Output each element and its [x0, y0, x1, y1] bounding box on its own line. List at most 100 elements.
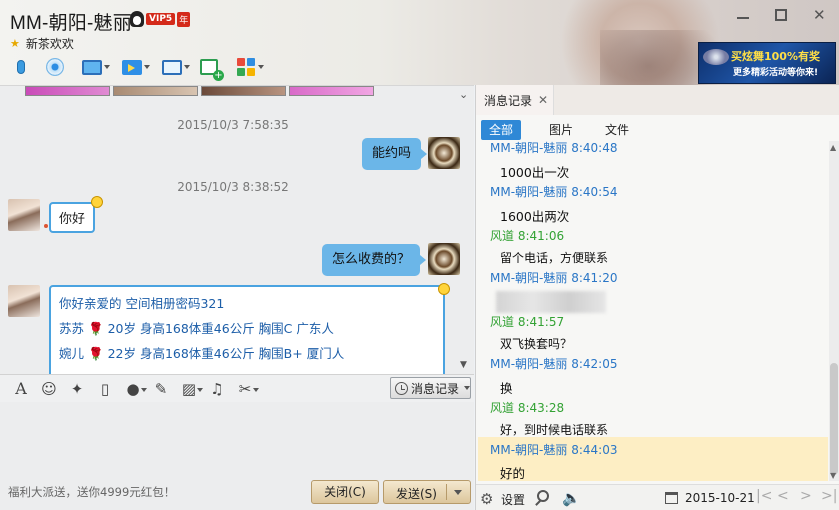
record-header[interactable]: MM-朝阳-魅丽 8:40:54	[490, 183, 617, 200]
message-timestamp: 2015/10/3 8:38:52	[177, 180, 289, 194]
microphone-icon	[17, 60, 25, 74]
file-transfer-icon	[122, 59, 142, 75]
window-controls: ✕	[737, 8, 826, 23]
ad-banner[interactable]: 买炫舞100%有奖 更多精彩活动等你来!	[698, 42, 836, 84]
self-avatar[interactable]	[428, 243, 460, 275]
font-button[interactable]: A	[8, 379, 34, 399]
ad-logo-icon	[703, 49, 729, 65]
video-call-button[interactable]	[40, 54, 70, 80]
collapse-chevron-icon[interactable]: ⌄	[459, 88, 468, 101]
minimize-icon[interactable]	[737, 11, 749, 19]
profile-details: 20岁 身高168体重46公斤 胸围C 广东人	[107, 321, 334, 336]
record-header[interactable]: 风道 8:43:28	[490, 399, 564, 416]
gear-icon[interactable]: ⚙	[480, 490, 493, 508]
filter-all[interactable]: 全部	[481, 120, 522, 140]
outgoing-message[interactable]: 能约吗	[362, 138, 428, 170]
qq-penguin-icon	[130, 11, 144, 27]
vip-level-label: VIP5	[146, 13, 176, 25]
profile-details: 22岁 身高168体重46公斤 胸围B+ 厦门人	[107, 346, 345, 361]
history-date[interactable]: 2015-10-21	[685, 491, 755, 505]
scroll-up-icon[interactable]: ▲	[830, 143, 836, 152]
record-text: 好的	[500, 466, 526, 481]
chevron-down-icon	[144, 65, 150, 69]
filter-images[interactable]: 图片	[541, 120, 581, 140]
record-header[interactable]: MM-朝阳-魅丽 8:41:20	[490, 269, 617, 286]
chat-messages[interactable]: ⌄ 2015/10/3 7:58:35 能约吗 2015/10/3 8:38:5…	[0, 85, 474, 374]
magic-button[interactable]: ✦	[64, 379, 90, 399]
bubble-decoration-icon	[44, 224, 48, 228]
message-input[interactable]	[0, 402, 474, 476]
remote-assist-button[interactable]	[154, 54, 190, 80]
message-text: 能约吗	[372, 146, 412, 161]
vip-badge[interactable]: VIP5 年	[130, 11, 191, 27]
send-options-chevron-icon[interactable]	[454, 490, 462, 495]
history-records[interactable]: MM-朝阳-魅丽 8:40:48 1000出一次 MM-朝阳-魅丽 8:40:5…	[476, 141, 828, 481]
prev-page-icon[interactable]: <	[777, 488, 789, 504]
message-history-button[interactable]: 消息记录	[390, 377, 471, 399]
contact-avatar[interactable]	[8, 285, 40, 317]
music-note-icon: ♫	[210, 379, 224, 398]
screen-share-icon	[82, 59, 102, 75]
incoming-message[interactable]: 你好亲爱的 空间相册密码321 苏苏 🌹 20岁 身高168体重46公斤 胸围C…	[49, 285, 445, 374]
screenshot-button[interactable]: ✂	[232, 379, 259, 399]
screen-share-button[interactable]	[74, 54, 110, 80]
chevron-down-icon	[104, 65, 110, 69]
shake-button[interactable]: ▯	[92, 379, 118, 399]
history-scrollbar[interactable]: ▲ ▼	[829, 141, 839, 481]
settings-label[interactable]: 设置	[501, 491, 525, 508]
apps-button[interactable]	[228, 54, 264, 80]
scroll-down-icon[interactable]: ▼	[830, 471, 836, 480]
window-title: MM-朝阳-魅丽	[10, 13, 132, 34]
search-icon[interactable]	[537, 490, 549, 502]
emoji-button[interactable]: ☺	[36, 379, 62, 399]
record-text: 好，到时候电话联系	[500, 423, 609, 437]
chevron-down-icon	[184, 65, 190, 69]
emoji-icon: ☺	[41, 379, 57, 398]
music-button[interactable]: ♫	[204, 379, 230, 399]
send-button[interactable]: 发送(S)	[383, 480, 471, 504]
record-text: 1000出一次	[500, 165, 570, 180]
image-thumbnail[interactable]	[289, 86, 374, 96]
outgoing-message[interactable]: 怎么收费的？	[322, 244, 427, 276]
scrollbar-thumb[interactable]	[830, 363, 838, 475]
next-page-icon[interactable]: >	[800, 488, 812, 504]
incoming-message[interactable]: 你好	[49, 202, 96, 233]
edit-button[interactable]: ✎	[148, 379, 174, 399]
vip-bubble-emoji-icon	[91, 196, 103, 208]
self-avatar[interactable]	[428, 137, 460, 169]
calendar-icon[interactable]	[665, 492, 678, 504]
voice-call-button[interactable]	[6, 54, 36, 80]
last-page-icon[interactable]: >|	[821, 488, 837, 504]
rose-icon: 🌹	[88, 321, 104, 336]
record-header[interactable]: MM-朝阳-魅丽 8:40:48	[490, 141, 617, 156]
ad-subline: 更多精彩活动等你来!	[733, 68, 819, 78]
first-page-icon[interactable]: |<	[756, 488, 772, 504]
record-header[interactable]: MM-朝阳-魅丽 8:44:03	[490, 441, 617, 458]
file-transfer-button[interactable]	[114, 54, 150, 80]
add-note-button[interactable]	[194, 54, 224, 81]
history-tabbar: 消息记录 ✕	[476, 85, 839, 115]
image-thumbnail[interactable]	[113, 86, 198, 96]
promo-text[interactable]: 福利大派送，送你4999元红包！	[8, 484, 175, 500]
star-icon: ★	[10, 37, 20, 50]
voice-message-button[interactable]: ●	[120, 379, 147, 399]
record-header[interactable]: MM-朝阳-魅丽 8:42:05	[490, 355, 617, 372]
close-tab-icon[interactable]: ✕	[538, 93, 548, 107]
remote-assist-icon	[162, 59, 182, 75]
close-window-icon[interactable]: ✕	[813, 8, 826, 23]
record-header[interactable]: 风道 8:41:06	[490, 227, 564, 244]
filter-files[interactable]: 文件	[597, 120, 637, 140]
maximize-icon[interactable]	[775, 9, 787, 21]
close-button[interactable]: 关闭(C)	[311, 480, 379, 504]
history-panel: 消息记录 ✕ 全部 图片 文件 MM-朝阳-魅丽 8:40:48 1000出一次…	[475, 85, 839, 510]
speaker-icon[interactable]: 🔈	[562, 489, 581, 507]
bottom-bar: 福利大派送，送你4999元红包！ 关闭(C) 发送(S)	[0, 476, 474, 510]
contact-avatar[interactable]	[8, 199, 40, 231]
scroll-down-icon[interactable]: ▼	[460, 360, 467, 370]
image-thumbnail[interactable]	[25, 86, 110, 96]
tab-message-history[interactable]: 消息记录 ✕	[476, 85, 554, 115]
vip-bubble-emoji-icon	[438, 283, 450, 295]
record-header[interactable]: 风道 8:41:57	[490, 313, 564, 330]
image-button[interactable]: ▨	[176, 379, 203, 399]
image-thumbnail[interactable]	[201, 86, 286, 96]
